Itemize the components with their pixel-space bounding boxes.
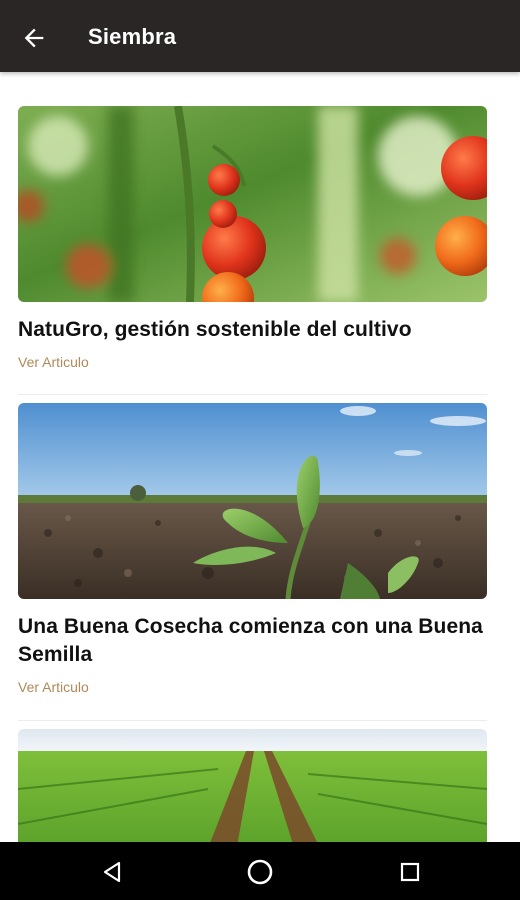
article-image-seedling[interactable]	[18, 403, 487, 599]
card-divider	[18, 720, 487, 721]
nav-back-button[interactable]	[92, 852, 132, 892]
app-bar: Siembra	[0, 0, 520, 72]
view-article-link[interactable]: Ver Articulo	[18, 354, 89, 370]
view-article-link[interactable]: Ver Articulo	[18, 679, 89, 695]
tomatoes-photo	[18, 106, 487, 302]
square-recents-icon	[400, 862, 420, 882]
nav-recents-button[interactable]	[390, 852, 430, 892]
card-divider	[18, 394, 487, 395]
article-list[interactable]: NatuGro, gestión sostenible del cultivo …	[0, 72, 520, 842]
system-nav-bar	[0, 842, 520, 900]
crop-field-photo	[18, 729, 487, 842]
circle-home-icon	[247, 859, 273, 885]
article-image-crop-field[interactable]	[18, 729, 487, 842]
nav-home-button[interactable]	[240, 852, 280, 892]
arrow-left-icon	[24, 28, 44, 48]
page-title: Siembra	[88, 24, 177, 49]
seedling-photo	[18, 403, 487, 599]
article-card[interactable]: Una Buena Cosecha comienza con una Buena…	[18, 403, 487, 697]
article-card[interactable]: NatuGro, gestión sostenible del cultivo …	[18, 106, 487, 372]
article-title[interactable]: Una Buena Cosecha comienza con una Buena…	[18, 613, 487, 669]
article-card[interactable]	[18, 729, 487, 842]
article-image-tomatoes[interactable]	[18, 106, 487, 302]
back-button[interactable]	[16, 20, 52, 56]
triangle-back-icon	[103, 861, 121, 883]
article-title[interactable]: NatuGro, gestión sostenible del cultivo	[18, 316, 487, 344]
